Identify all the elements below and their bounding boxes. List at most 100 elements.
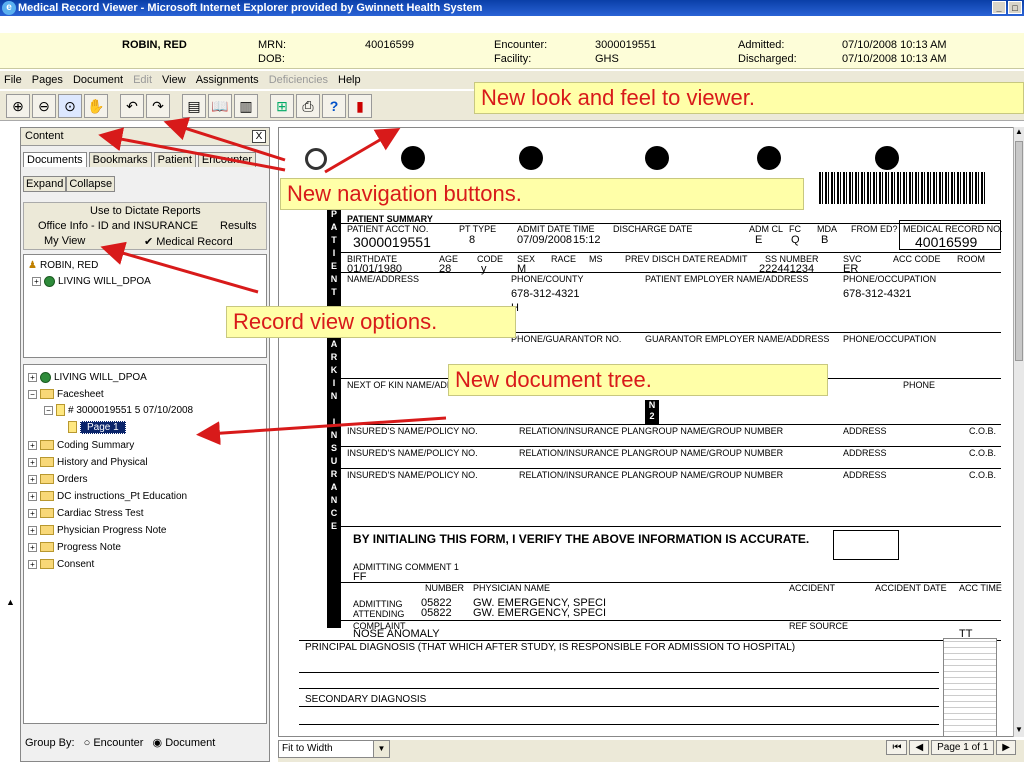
tree-folder[interactable]: + Progress Note xyxy=(28,539,121,555)
expand-plus-icon[interactable]: + xyxy=(28,440,37,450)
tab-documents[interactable]: Documents xyxy=(23,152,87,167)
scroll-down-icon[interactable]: ▼ xyxy=(1014,725,1024,737)
menu-edit[interactable]: Edit xyxy=(133,74,152,86)
zoom-area-icon[interactable]: ⊙ xyxy=(58,94,82,118)
expand-plus-icon[interactable]: + xyxy=(28,525,37,535)
content-tabs: Documents Bookmarks Patient Encounter xyxy=(21,152,257,167)
tree-folder[interactable]: + Consent xyxy=(28,556,94,572)
from-ed-label: FROM ED? xyxy=(851,224,898,234)
tree-folder[interactable]: + Orders xyxy=(28,471,88,487)
tree-node-living-will-doc[interactable]: + LIVING WILL_DPOA xyxy=(28,369,147,385)
menu-view[interactable]: View xyxy=(162,74,186,86)
menu-document[interactable]: Document xyxy=(73,74,123,86)
expand-plus-icon[interactable]: + xyxy=(28,457,37,467)
number-label: NUMBER xyxy=(425,583,465,593)
encounter-label: Encounter: xyxy=(494,39,548,51)
tree-node-facesheet[interactable]: − Facesheet xyxy=(28,386,104,402)
document-view: 9551 PATIENTGUARKININSURANCE PATIENT SUM… xyxy=(278,127,1014,737)
tree-folder[interactable]: + Cardiac Stress Test xyxy=(28,505,144,521)
tree-folder[interactable]: + Coding Summary xyxy=(28,437,134,453)
window-title: Medical Record Viewer - Microsoft Intern… xyxy=(18,2,483,14)
initial-statement: BY INITIALING THIS FORM, I VERIFY THE AB… xyxy=(353,532,810,546)
scroll-thumb[interactable] xyxy=(1015,141,1023,361)
expand-plus-icon[interactable]: + xyxy=(28,508,37,518)
punch-hole xyxy=(401,146,425,170)
radio-encounter[interactable]: ○ xyxy=(84,737,91,749)
print-icon[interactable]: ⎙ xyxy=(296,94,320,118)
collapse-minus-icon[interactable]: − xyxy=(28,389,37,399)
book-view-icon[interactable]: 📖 xyxy=(208,94,232,118)
single-page-icon[interactable]: ▤ xyxy=(182,94,206,118)
physician-label: PHYSICIAN NAME xyxy=(473,583,551,593)
attending-label: ATTENDING xyxy=(353,609,405,619)
accident-label: ACCIDENT xyxy=(789,583,836,593)
medical-record-option[interactable]: ✔ Medical Record xyxy=(144,235,233,248)
tree-node-label: LIVING WILL_DPOA xyxy=(54,371,147,383)
address-label-3: ADDRESS xyxy=(843,470,887,480)
page-indicator: Page 1 of 1 xyxy=(931,740,995,755)
next-page-icon[interactable]: ▶ xyxy=(996,740,1016,755)
dictate-reports-option[interactable]: Use to Dictate Reports xyxy=(90,205,201,217)
tab-encounter[interactable]: Encounter xyxy=(197,152,257,167)
scroll-up-icon[interactable]: ▲ xyxy=(1014,127,1024,139)
minimize-button[interactable]: _ xyxy=(992,1,1006,14)
collapse-button[interactable]: Collapse xyxy=(66,176,116,192)
form-line xyxy=(341,620,1001,621)
tree-node-label: # 3000019551 5 07/10/2008 xyxy=(68,404,194,416)
maximize-button[interactable]: □ xyxy=(1008,1,1022,14)
chevron-down-icon[interactable]: ▼ xyxy=(373,741,389,757)
pan-hand-icon[interactable]: ✋ xyxy=(84,94,108,118)
tree-folder[interactable]: + History and Physical xyxy=(28,454,148,470)
radio-document[interactable]: ◉ xyxy=(153,737,163,749)
accident-date-label: ACCIDENT DATE xyxy=(875,583,947,593)
admit-comment-label: ADMITTING COMMENT 1 xyxy=(353,562,459,572)
help-icon[interactable]: ? xyxy=(322,94,346,118)
menu-deficiencies[interactable]: Deficiencies xyxy=(269,74,328,86)
expand-plus-icon[interactable]: + xyxy=(28,474,37,484)
expand-button[interactable]: Expand xyxy=(23,176,67,192)
tree-folder-label: DC instructions_Pt Education xyxy=(57,490,188,502)
close-icon[interactable]: X xyxy=(252,130,266,143)
tab-bookmarks[interactable]: Bookmarks xyxy=(88,152,152,167)
tree-node-page-1[interactable]: Page 1 xyxy=(68,419,126,435)
menu-assignments[interactable]: Assignments xyxy=(196,74,259,86)
first-page-icon[interactable]: ⏮ xyxy=(886,740,908,755)
expand-plus-icon[interactable]: + xyxy=(28,542,37,552)
punch-hole xyxy=(519,146,543,170)
expand-plus-icon[interactable]: + xyxy=(28,372,37,382)
code-value: y xyxy=(481,263,487,275)
cob-label-1: C.O.B. xyxy=(969,426,997,436)
zoom-out-icon[interactable]: ⊖ xyxy=(32,94,56,118)
two-page-icon[interactable]: ▥ xyxy=(234,94,258,118)
tree-node-encounter-doc[interactable]: − # 3000019551 5 07/10/2008 xyxy=(44,402,193,418)
menu-help[interactable]: Help xyxy=(338,74,361,86)
rotate-left-icon[interactable]: ↶ xyxy=(120,94,144,118)
collapse-minus-icon[interactable]: − xyxy=(44,405,53,415)
tab-patient[interactable]: Patient xyxy=(153,152,196,167)
person-icon: ♟ xyxy=(28,259,37,271)
form-line xyxy=(299,688,939,689)
expand-plus-icon[interactable]: + xyxy=(28,559,37,569)
results-option[interactable]: Results xyxy=(220,220,257,232)
time-label: TIME xyxy=(573,224,595,234)
add-node-icon[interactable]: ⊞ xyxy=(270,94,294,118)
my-view-option[interactable]: My View xyxy=(44,235,85,247)
fit-select[interactable]: Fit to Width ▼ xyxy=(278,740,390,758)
menu-file[interactable]: File xyxy=(4,74,22,86)
tree-folder[interactable]: + Physician Progress Note xyxy=(28,522,167,538)
document-scrollbar[interactable]: ▲ ▼ xyxy=(1013,127,1024,737)
expand-plus-icon[interactable]: + xyxy=(32,276,41,286)
facility-label: Facility: xyxy=(494,53,532,65)
expand-plus-icon[interactable]: + xyxy=(28,491,37,501)
zoom-in-icon[interactable]: ⊕ xyxy=(6,94,30,118)
tree-node-living-will[interactable]: + LIVING WILL_DPOA xyxy=(32,273,151,289)
menu-pages[interactable]: Pages xyxy=(32,74,63,86)
tree-folder[interactable]: + DC instructions_Pt Education xyxy=(28,488,187,504)
rotate-right-icon[interactable]: ↷ xyxy=(146,94,170,118)
folder-icon xyxy=(40,508,54,518)
exit-door-icon[interactable]: ▮ xyxy=(348,94,372,118)
adm-cl-value: E xyxy=(755,234,763,246)
prev-page-icon[interactable]: ◀ xyxy=(909,740,930,755)
office-info-option[interactable]: Office Info - ID and INSURANCE xyxy=(38,220,198,232)
tree-node-patient[interactable]: ♟ ROBIN, RED xyxy=(28,257,98,273)
